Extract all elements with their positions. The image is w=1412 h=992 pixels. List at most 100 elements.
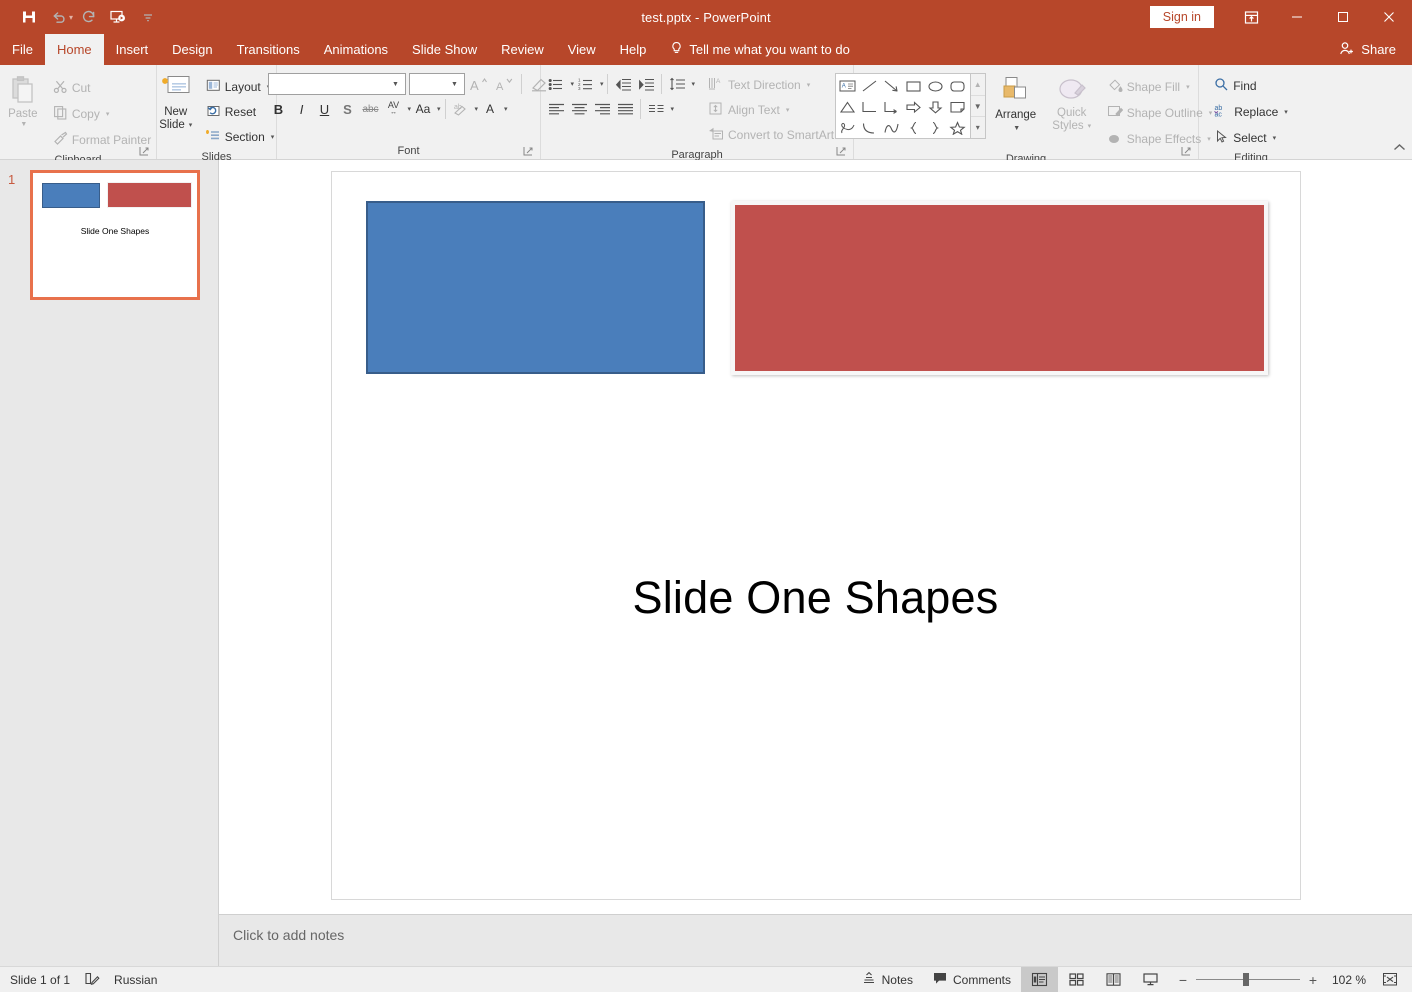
zoom-level-label[interactable]: 102 % xyxy=(1326,973,1366,987)
new-slide-dropdown-caret-icon[interactable]: ▾ xyxy=(189,119,193,132)
tab-animations[interactable]: Animations xyxy=(312,34,400,65)
align-text-dropdown-caret-icon[interactable]: ▾ xyxy=(786,106,790,114)
maximize-button[interactable] xyxy=(1320,0,1366,34)
down-arrow-shape[interactable] xyxy=(925,96,947,117)
shapes-gallery-scroll-down-icon[interactable]: ▼ xyxy=(970,96,985,118)
paste-button[interactable]: Paste ▼ xyxy=(0,72,46,128)
drawing-dialog-launcher[interactable] xyxy=(1181,146,1193,158)
italic-button[interactable]: I xyxy=(291,98,313,120)
shape-fill-dropdown-caret-icon[interactable]: ▾ xyxy=(1186,83,1190,91)
line-spacing-dropdown-caret-icon[interactable]: ▾ xyxy=(691,80,695,88)
slide-title-text[interactable]: Slide One Shapes xyxy=(332,572,1300,624)
font-name-combo[interactable]: ▼ xyxy=(267,73,406,95)
slide-canvas[interactable]: Slide One Shapes xyxy=(330,171,1301,900)
zoom-out-button[interactable]: − xyxy=(1177,972,1189,988)
text-box-shape[interactable]: A xyxy=(837,75,859,96)
tab-insert[interactable]: Insert xyxy=(104,34,161,65)
minimize-button[interactable] xyxy=(1274,0,1320,34)
shapes-gallery-more-icon[interactable]: ▾ xyxy=(971,117,985,138)
convert-to-smartart-button[interactable]: Convert to SmartArt ▾ xyxy=(703,123,849,147)
text-highlight-color-button[interactable]: ab xyxy=(450,98,472,120)
arc-shape[interactable] xyxy=(859,117,881,138)
copy-button[interactable]: Copy ▾ xyxy=(48,102,156,126)
font-size-dropdown-caret-icon[interactable]: ▼ xyxy=(448,81,462,88)
tab-slide-show[interactable]: Slide Show xyxy=(400,34,489,65)
tell-me-search[interactable]: Tell me what you want to do xyxy=(658,34,861,65)
bold-button[interactable]: B xyxy=(268,98,290,120)
character-spacing-dropdown-caret-icon[interactable]: ▾ xyxy=(408,105,412,113)
language-indicator[interactable]: Russian xyxy=(114,973,157,987)
align-text-button[interactable]: Align Text ▾ xyxy=(703,98,849,122)
text-direction-dropdown-caret-icon[interactable]: ▾ xyxy=(807,81,811,89)
fit-slide-to-window-button[interactable] xyxy=(1374,967,1406,992)
columns-dropdown-caret-icon[interactable]: ▾ xyxy=(670,105,674,113)
save-icon[interactable] xyxy=(14,4,44,30)
slide-red-rectangle[interactable] xyxy=(730,201,1268,375)
increase-indent-button[interactable] xyxy=(635,73,657,95)
share-button[interactable]: Share xyxy=(1339,34,1412,65)
tab-help[interactable]: Help xyxy=(608,34,659,65)
accessibility-check-icon[interactable] xyxy=(84,971,100,989)
normal-view-button[interactable] xyxy=(1021,966,1058,992)
slide-counter[interactable]: Slide 1 of 1 xyxy=(10,973,70,987)
right-arrow-shape[interactable] xyxy=(903,96,925,117)
font-size-combo[interactable]: ▼ xyxy=(408,73,465,95)
quick-styles-dropdown-caret-icon[interactable]: ▾ xyxy=(1088,120,1092,133)
rectangle-shape[interactable] xyxy=(903,75,925,96)
decrease-indent-button[interactable] xyxy=(612,73,634,95)
justify-button[interactable] xyxy=(614,98,636,120)
curve-shape[interactable] xyxy=(881,117,903,138)
rounded-rectangle-shape[interactable] xyxy=(947,75,969,96)
font-color-button[interactable]: A xyxy=(479,98,501,120)
arrange-dropdown-caret-icon[interactable]: ▼ xyxy=(1013,122,1020,135)
font-dialog-launcher[interactable] xyxy=(523,146,535,158)
quick-styles-button[interactable]: Quick Styles ▾ xyxy=(1046,73,1098,133)
replace-dropdown-caret-icon[interactable]: ▾ xyxy=(1284,108,1288,116)
sign-in-button[interactable]: Sign in xyxy=(1149,6,1214,28)
line-spacing-button[interactable] xyxy=(666,73,688,95)
shapes-gallery-scroll-up-icon[interactable]: ▲ xyxy=(970,74,985,96)
redo-icon[interactable] xyxy=(73,4,103,30)
slide-show-view-button[interactable] xyxy=(1132,967,1169,992)
font-name-dropdown-caret-icon[interactable]: ▼ xyxy=(389,81,403,88)
change-case-dropdown-caret-icon[interactable]: ▾ xyxy=(437,105,441,113)
character-spacing-button[interactable]: AV ↔ xyxy=(383,98,405,120)
underline-button[interactable]: U xyxy=(314,98,336,120)
numbering-dropdown-caret-icon[interactable]: ▾ xyxy=(600,80,604,88)
text-direction-button[interactable]: A Text Direction ▾ xyxy=(703,73,849,97)
slide-blue-rectangle[interactable] xyxy=(365,201,705,374)
arrow-shape[interactable] xyxy=(881,75,903,96)
elbow-connector-shape[interactable] xyxy=(859,96,881,117)
notes-pane[interactable]: Click to add notes xyxy=(219,914,1412,966)
zoom-slider[interactable] xyxy=(1196,967,1300,992)
tab-view[interactable]: View xyxy=(556,34,608,65)
decrease-font-size-button[interactable]: A xyxy=(493,73,515,95)
collapse-ribbon-icon[interactable] xyxy=(1393,142,1406,156)
tab-home[interactable]: Home xyxy=(44,34,104,65)
shapes-gallery-scrollbar[interactable]: ▲ ▼ ▾ xyxy=(969,74,985,138)
bullets-dropdown-caret-icon[interactable]: ▾ xyxy=(570,80,574,88)
slide-sorter-view-button[interactable] xyxy=(1058,967,1095,992)
replace-button[interactable]: ab ac Replace ▾ xyxy=(1209,100,1293,124)
text-highlight-dropdown-caret-icon[interactable]: ▾ xyxy=(475,105,479,113)
scribble-shape[interactable] xyxy=(837,117,859,138)
tab-transitions[interactable]: Transitions xyxy=(225,34,312,65)
shapes-gallery[interactable]: A ▲ ▼ ▾ xyxy=(834,73,986,139)
ribbon-display-options-icon[interactable] xyxy=(1228,0,1274,34)
font-color-dropdown-caret-icon[interactable]: ▾ xyxy=(504,105,508,113)
align-center-button[interactable] xyxy=(568,98,590,120)
notes-button[interactable]: Notes xyxy=(852,967,923,992)
triangle-shape[interactable] xyxy=(837,96,859,117)
copy-dropdown-caret-icon[interactable]: ▾ xyxy=(106,110,110,118)
cut-button[interactable]: Cut xyxy=(48,76,156,100)
align-left-button[interactable] xyxy=(545,98,567,120)
oval-shape[interactable] xyxy=(925,75,947,96)
bullets-button[interactable] xyxy=(545,73,567,95)
align-right-button[interactable] xyxy=(591,98,613,120)
star-shape[interactable] xyxy=(947,117,969,138)
zoom-in-button[interactable]: + xyxy=(1307,972,1319,988)
tab-file[interactable]: File xyxy=(0,34,45,65)
close-button[interactable] xyxy=(1366,0,1412,34)
tab-design[interactable]: Design xyxy=(160,34,224,65)
comments-button[interactable]: Comments xyxy=(923,967,1021,992)
